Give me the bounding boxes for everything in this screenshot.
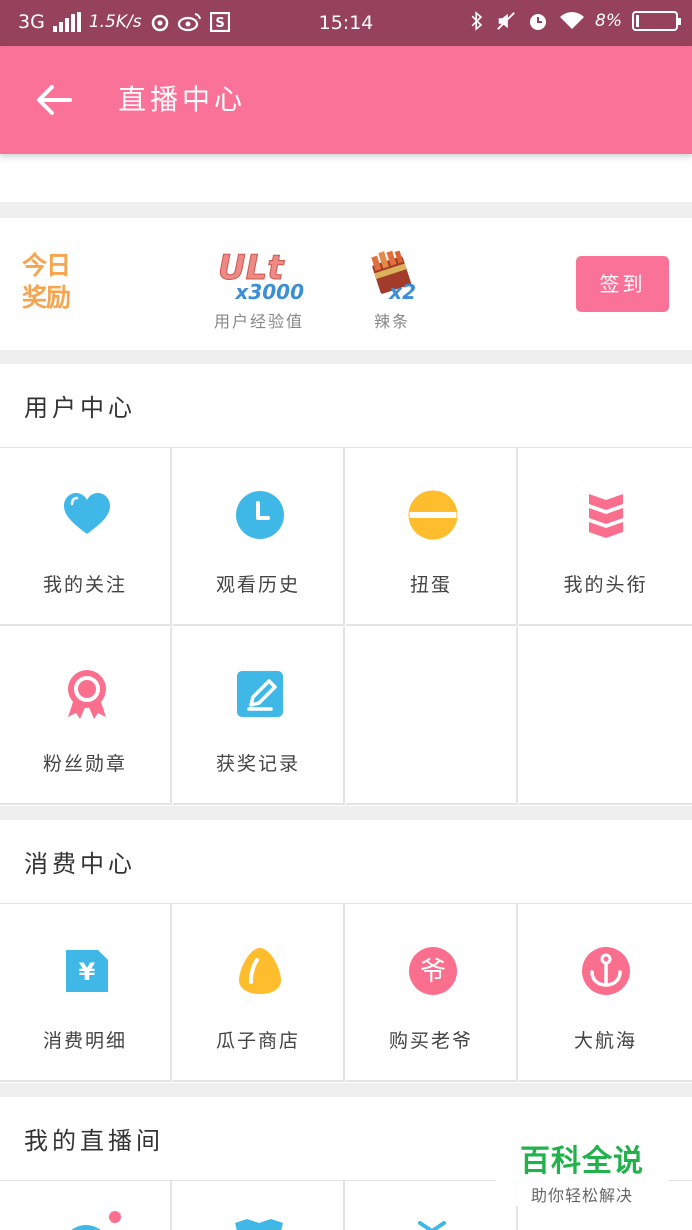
consume-center-title: 消费中心 [24,850,136,878]
my-room-title: 我的直播间 [24,1127,164,1155]
consume-center-grid: ¥ 消费明细 瓜子商店 爷 购买老爷 大航海 [0,904,692,1083]
alarm-icon [530,14,547,30]
anchor-icon [582,947,630,995]
latiao-multiplier: x2 [389,280,416,304]
grid-item-label: 我的关注 [42,574,127,596]
edit-icon [237,671,283,717]
yuan-bill-icon: ¥ [66,950,108,992]
grid-item-gacha[interactable]: 扭蛋 [346,448,518,626]
reward-item-latiao: x2 辣条 [362,246,422,332]
grid-item-empty [346,627,518,805]
grid-item-title[interactable]: 我的头衔 [519,448,692,626]
app-bar: 直播中心 [0,46,692,154]
status-bar: 3G 1.5K/s S 15:14 8% [0,0,692,46]
grid-item-label: 我的头衔 [563,574,648,596]
grid-item-empty [519,627,692,805]
battery-icon [632,11,681,31]
medal-icon [68,670,106,719]
grid-item-label: 观看历史 [215,574,300,596]
battery-percent: 8% [595,11,622,31]
clock-icon [236,491,284,539]
room-icon-partial [235,1219,283,1230]
grid-item-label: 获奖记录 [215,753,300,775]
grid-item-consume-detail[interactable]: ¥ 消费明细 [0,904,172,1082]
wifi-icon [560,12,585,29]
grid-item-label: 消费明细 [42,1030,127,1052]
grid-item-room-3[interactable] [346,1181,518,1230]
grid-item-follow[interactable]: 我的关注 [0,448,172,626]
grid-item-label: 扭蛋 [409,574,452,596]
grid-item-voyage[interactable]: 大航海 [519,904,692,1082]
reward-latiao-label: 辣条 [373,312,410,331]
bluetooth-icon [471,11,483,31]
svg-text:¥: ¥ [79,958,96,986]
grid-item-label: 粉丝勋章 [42,753,127,775]
reward-exp-label: 用户经验值 [214,312,305,331]
room-icon-partial [71,1211,121,1230]
grid-item-seed-shop[interactable]: 瓜子商店 [173,904,345,1082]
user-center-header: 用户中心 [0,364,692,448]
daily-reward-logo: 今日 奖励 [22,250,71,314]
grid-item-label: 瓜子商店 [215,1030,300,1052]
ult-exp-image: ULt x3000 [214,246,304,305]
grid-item-room-2[interactable] [173,1181,345,1230]
user-center-grid: 我的关注 观看历史 扭蛋 我的头衔 粉丝勋章 获奖记录 [0,448,692,806]
page-title: 直播中心 [118,83,247,116]
room-icon-partial [418,1221,446,1230]
watermark-subtitle: 助你轻松解决 [530,1186,633,1205]
grid-item-label: 购买老爷 [388,1030,473,1052]
exp-multiplier: x3000 [235,280,304,304]
grid-item-buy-laoye[interactable]: 爷 购买老爷 [346,904,518,1082]
watermark: 百科全说 助你轻松解决 [496,1126,668,1206]
watermark-title: 百科全说 [520,1144,644,1179]
latiao-image: x2 [362,246,422,304]
grid-item-award-record[interactable]: 获奖记录 [173,627,345,805]
heart-icon [64,493,110,534]
checkin-button[interactable]: 签到 [576,256,669,312]
capsule-icon [408,490,458,540]
chevrons-icon [589,494,623,538]
svg-text:爷: 爷 [420,957,446,987]
seed-icon [239,948,281,994]
consume-center-header: 消费中心 [0,820,692,904]
banner-placeholder [0,154,692,202]
laoye-icon: 爷 [409,947,457,995]
grid-item-room-1[interactable] [0,1181,172,1230]
mute-icon [497,12,515,30]
grid-item-history[interactable]: 观看历史 [173,448,345,626]
reward-item-exp: ULt x3000 用户经验值 [214,246,304,332]
user-center-title: 用户中心 [24,394,136,422]
grid-item-label: 大航海 [573,1030,637,1052]
daily-reward-panel: 今日 奖励 ULt x3000 用户经验值 x2 辣条 签到 [0,218,692,350]
back-arrow-icon[interactable] [34,82,74,118]
grid-item-fan-medal[interactable]: 粉丝勋章 [0,627,172,805]
reward-logo-line1: 今日 [22,251,71,280]
reward-logo-line2: 奖励 [22,283,71,312]
